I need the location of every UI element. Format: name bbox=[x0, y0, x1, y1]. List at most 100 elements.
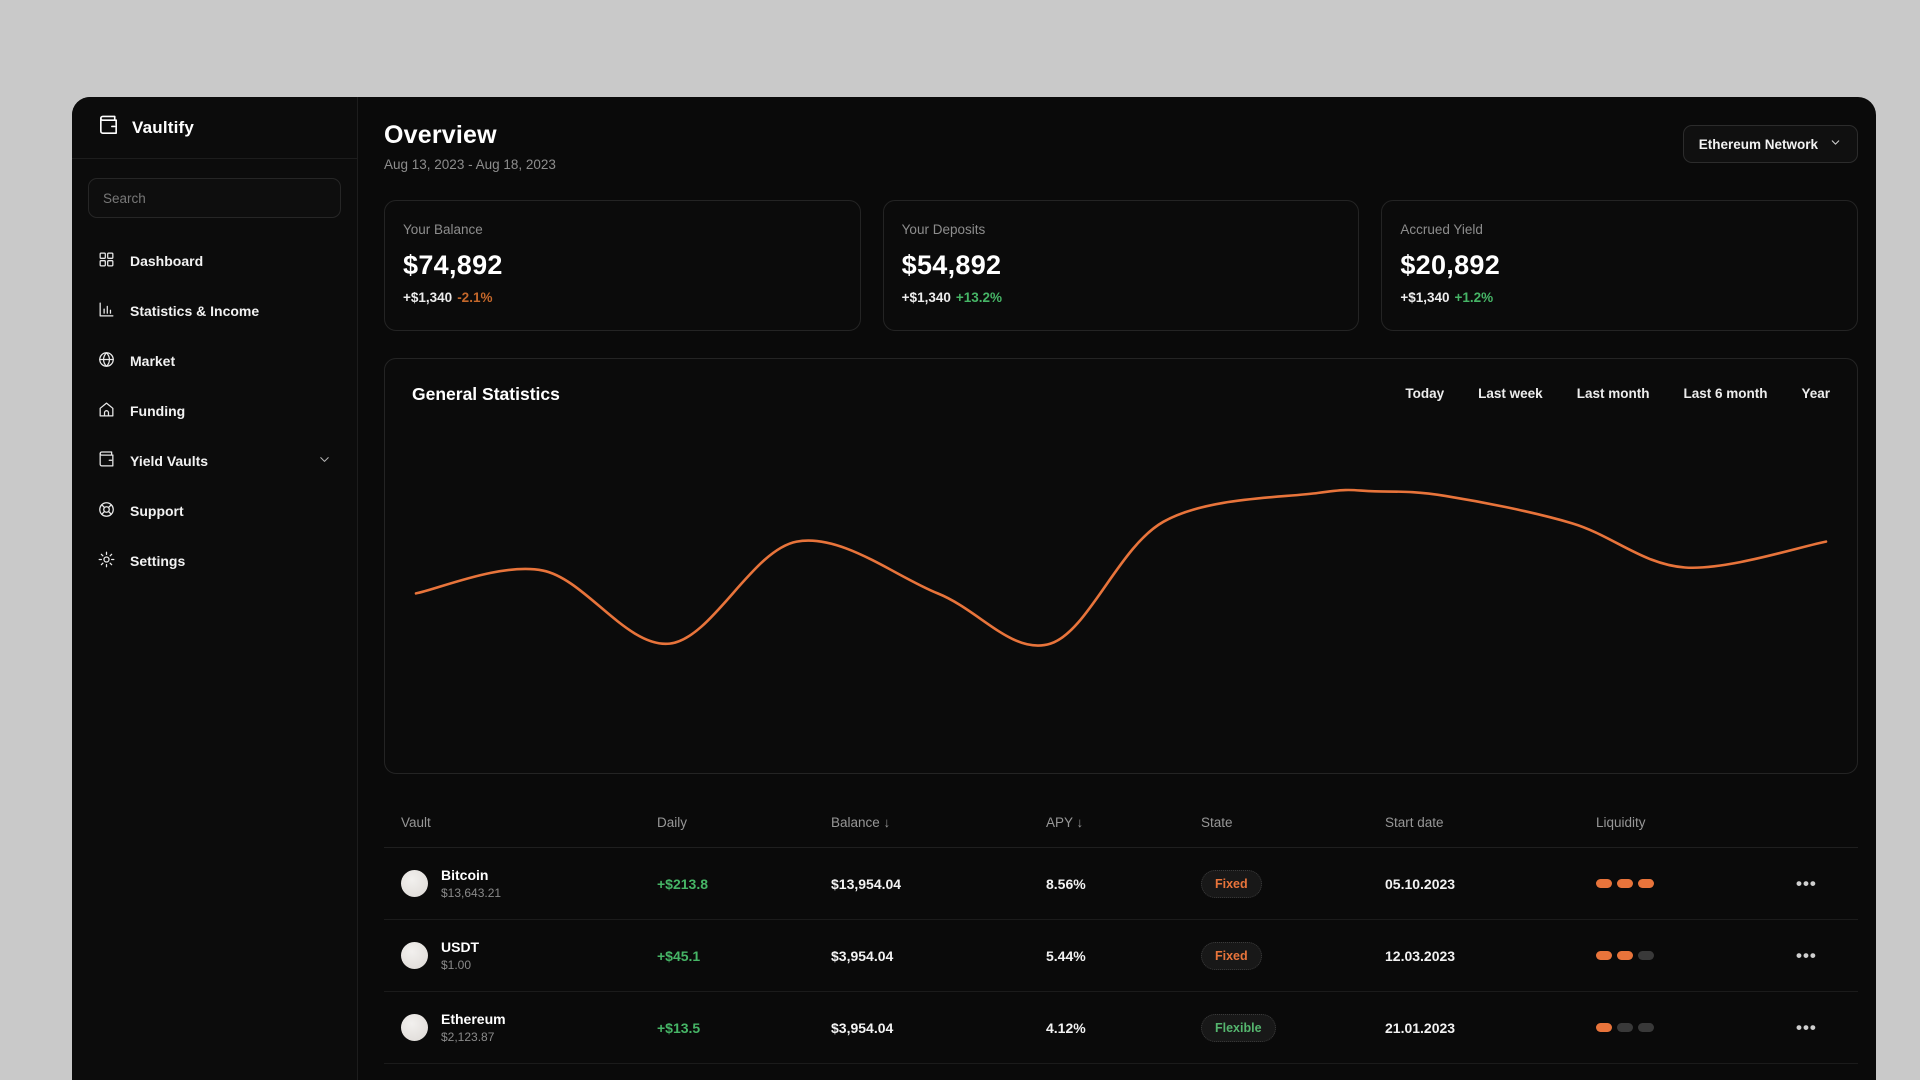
state-badge: Flexible bbox=[1201, 1013, 1276, 1042]
liquidity-indicator bbox=[1596, 951, 1796, 960]
liquidity-pill bbox=[1596, 1023, 1612, 1032]
liquidity-pill bbox=[1638, 951, 1654, 960]
start-date: 12.03.2023 bbox=[1385, 947, 1456, 964]
daily-change: +$45.1 bbox=[657, 947, 701, 964]
apy-value: 8.56% bbox=[1046, 875, 1086, 892]
card-change-amount: +$1,340 bbox=[403, 290, 453, 305]
wallet-icon bbox=[97, 450, 116, 472]
gear-icon bbox=[97, 550, 116, 572]
card-change: +$1,340 +1.2% bbox=[1400, 290, 1839, 305]
vault-avatar bbox=[401, 942, 428, 969]
stat-card-your-balance: Your Balance $74,892 +$1,340 -2.1% bbox=[384, 200, 861, 331]
liquidity-pill bbox=[1617, 1023, 1633, 1032]
card-change-amount: +$1,340 bbox=[1400, 290, 1450, 305]
wallet-logo-icon bbox=[97, 114, 120, 142]
vault-price: $2,123.87 bbox=[441, 1030, 495, 1044]
liquidity-pill bbox=[1638, 1023, 1654, 1032]
vault-row-bitcoin[interactable]: Bitcoin $13,643.21 +$213.8 $13,954.04 8.56% F… bbox=[384, 848, 1858, 920]
table-header-state: State bbox=[1201, 815, 1233, 830]
sidebar: Vaultify Dashboard Statistics & Income Mar… bbox=[72, 97, 358, 1080]
network-selector-label: Ethereum Network bbox=[1698, 136, 1818, 152]
vault-cell: Ethereum $2,123.87 bbox=[401, 1011, 657, 1044]
table-header-vault: Vault bbox=[401, 815, 431, 830]
apy-value: 5.44% bbox=[1046, 947, 1086, 964]
bar-chart-icon bbox=[97, 300, 116, 322]
page-title: Overview bbox=[384, 121, 497, 149]
sidebar-item-settings[interactable]: Settings bbox=[72, 536, 357, 586]
start-date: 05.10.2023 bbox=[1385, 875, 1456, 892]
table-header-balance[interactable]: Balance ↓ bbox=[831, 815, 1046, 830]
card-change: +$1,340 +13.2% bbox=[902, 290, 1341, 305]
dashboard-icon bbox=[97, 250, 116, 272]
card-value: $20,892 bbox=[1400, 250, 1501, 280]
sidebar-item-dashboard[interactable]: Dashboard bbox=[72, 236, 357, 286]
table-header-apy[interactable]: APY ↓ bbox=[1046, 815, 1201, 830]
sidebar-item-label: Funding bbox=[130, 403, 186, 419]
search-container bbox=[72, 159, 357, 228]
vault-row-ethereum[interactable]: Ethereum $2,123.87 +$13.5 $3,954.04 4.12% Fle… bbox=[384, 992, 1858, 1064]
balance-value: $3,954.04 bbox=[831, 1019, 894, 1036]
chevron-down-icon bbox=[1829, 136, 1842, 152]
liquidity-indicator bbox=[1596, 879, 1796, 888]
stat-card-accrued-yield: Accrued Yield $20,892 +$1,340 +1.2% bbox=[1381, 200, 1859, 331]
vault-price: $13,643.21 bbox=[441, 886, 502, 900]
card-change-percent: +1.2% bbox=[1454, 290, 1494, 305]
stat-cards-row: Your Balance $74,892 +$1,340 -2.1% Your Depo… bbox=[384, 200, 1859, 331]
card-label: Your Balance bbox=[403, 222, 483, 237]
balance-value: $13,954.04 bbox=[831, 875, 902, 892]
menu-dots-icon: ••• bbox=[1796, 945, 1817, 965]
card-value: $74,892 bbox=[403, 250, 503, 280]
vault-avatar bbox=[401, 870, 428, 897]
sidebar-item-label: Settings bbox=[130, 553, 186, 569]
table-header-start-date: Start date bbox=[1385, 815, 1444, 830]
row-menu-button[interactable]: ••• bbox=[1796, 874, 1826, 894]
stat-card-your-deposits: Your Deposits $54,892 +$1,340 +13.2% bbox=[882, 200, 1360, 331]
sidebar-item-support[interactable]: Support bbox=[72, 486, 357, 536]
liquidity-pill bbox=[1617, 951, 1633, 960]
row-menu-button[interactable]: ••• bbox=[1796, 1018, 1826, 1038]
app-window: Vaultify Dashboard Statistics & Income Mar… bbox=[72, 97, 1876, 1080]
card-change-percent: -2.1% bbox=[457, 290, 493, 305]
sidebar-item-statistics-income[interactable]: Statistics & Income bbox=[72, 286, 357, 336]
date-range: Aug 13, 2023 - Aug 18, 2023 bbox=[384, 157, 556, 172]
table-header-liquidity: Liquidity bbox=[1596, 815, 1646, 830]
vault-row-usdt[interactable]: USDT $1.00 +$45.1 $3,954.04 5.44% Fixed 12.03.… bbox=[384, 920, 1858, 992]
general-statistics-panel: General Statistics Today Last week Last mo… bbox=[384, 358, 1858, 774]
card-change-amount: +$1,340 bbox=[901, 290, 951, 305]
menu-dots-icon: ••• bbox=[1796, 1017, 1817, 1037]
vaults-table: Vault Daily Balance ↓ APY ↓ State Start date L… bbox=[384, 798, 1858, 1064]
liquidity-indicator bbox=[1596, 1023, 1796, 1032]
vault-name: USDT bbox=[441, 939, 480, 955]
chevron-down-icon bbox=[317, 452, 332, 470]
daily-change: +$213.8 bbox=[657, 875, 708, 892]
liquidity-pill bbox=[1617, 879, 1633, 888]
sidebar-item-market[interactable]: Market bbox=[72, 336, 357, 386]
sidebar-item-yield-vaults[interactable]: Yield Vaults bbox=[72, 436, 357, 486]
state-cell: Fixed bbox=[1201, 941, 1385, 970]
sidebar-item-funding[interactable]: Funding bbox=[72, 386, 357, 436]
start-date: 21.01.2023 bbox=[1385, 1019, 1456, 1036]
state-badge: Fixed bbox=[1201, 941, 1262, 970]
state-cell: Flexible bbox=[1201, 1013, 1385, 1042]
table-body: Bitcoin $13,643.21 +$213.8 $13,954.04 8.56% F… bbox=[384, 848, 1858, 1064]
vault-cell: USDT $1.00 bbox=[401, 939, 657, 972]
apy-value: 4.12% bbox=[1046, 1019, 1086, 1036]
card-label: Accrued Yield bbox=[1400, 222, 1483, 237]
main-content: Overview Aug 13, 2023 - Aug 18, 2023 Eth… bbox=[358, 97, 1876, 1080]
life-buoy-icon bbox=[97, 500, 116, 522]
app-title: Vaultify bbox=[132, 117, 195, 137]
row-menu-button[interactable]: ••• bbox=[1796, 946, 1826, 966]
search-input[interactable] bbox=[88, 178, 341, 218]
statistics-line bbox=[416, 490, 1826, 646]
menu-dots-icon: ••• bbox=[1796, 873, 1817, 893]
daily-change: +$13.5 bbox=[657, 1019, 701, 1036]
home-icon bbox=[97, 400, 116, 422]
liquidity-pill bbox=[1596, 951, 1612, 960]
network-selector[interactable]: Ethereum Network bbox=[1682, 125, 1858, 163]
sidebar-item-label: Yield Vaults bbox=[130, 453, 209, 469]
sidebar-item-label: Statistics & Income bbox=[130, 303, 260, 319]
sidebar-nav: Dashboard Statistics & Income Market Fundin… bbox=[72, 228, 357, 594]
card-change: +$1,340 -2.1% bbox=[403, 290, 842, 305]
statistics-line-chart bbox=[385, 359, 1857, 773]
liquidity-pill bbox=[1638, 879, 1654, 888]
